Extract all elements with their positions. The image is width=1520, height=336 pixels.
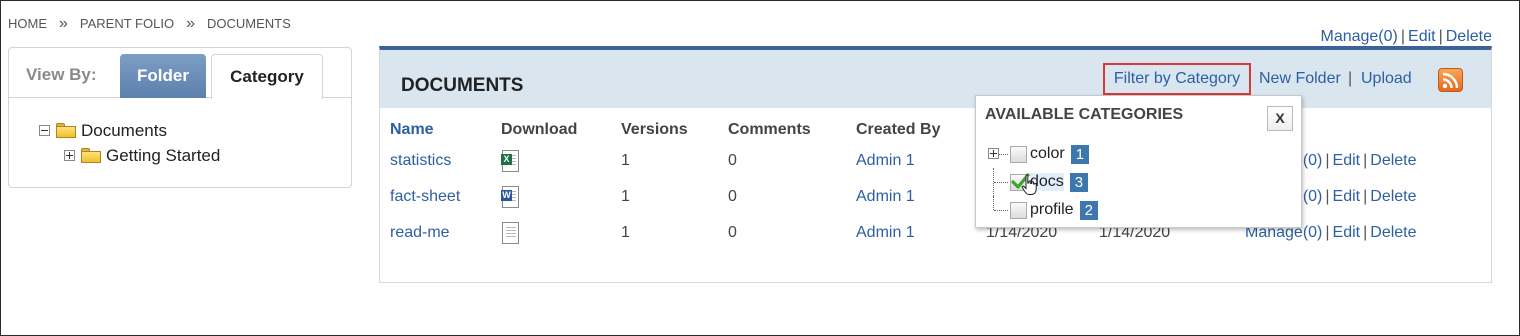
delete-link[interactable]: Delete (1370, 224, 1416, 241)
separator: | (1363, 224, 1368, 241)
category-count-badge: 1 (1070, 144, 1090, 164)
breadcrumb-documents: DOCUMENTS (206, 16, 291, 31)
collapse-icon[interactable] (39, 125, 50, 136)
category-item-profile[interactable]: profile 2 (988, 196, 1098, 224)
separator: | (1325, 188, 1330, 205)
navigation-panel: View By: Folder Category Documents Getti… (8, 47, 352, 188)
expand-icon[interactable] (64, 150, 75, 161)
delete-link[interactable]: Delete (1446, 28, 1492, 45)
category-checkbox[interactable] (1010, 145, 1027, 163)
edit-link[interactable]: Edit (1333, 224, 1361, 241)
word-file-icon[interactable]: W (501, 186, 519, 208)
view-by-label: View By: (26, 65, 97, 84)
separator: | (1325, 224, 1330, 241)
page-title: DOCUMENTS (401, 75, 524, 96)
tree-item-getting-started[interactable]: Getting Started (64, 143, 220, 168)
filter-by-category-button[interactable]: Filter by Category (1103, 63, 1251, 95)
tree-item-label[interactable]: Documents (81, 121, 167, 141)
category-label[interactable]: color (1030, 145, 1065, 163)
popup-title: AVAILABLE CATEGORIES (985, 106, 1184, 123)
breadcrumb-separator: » (186, 15, 195, 32)
tree-connector (988, 196, 1010, 224)
tab-category[interactable]: Category (211, 54, 323, 99)
comments-cell: 0 (728, 188, 737, 205)
category-filter-popup: AVAILABLE CATEGORIES X color 1 docs 3 pr… (975, 95, 1302, 228)
folder-tree: Documents Getting Started (39, 118, 220, 168)
category-count-badge: 3 (1069, 172, 1089, 192)
tree-item-label[interactable]: Getting Started (106, 146, 220, 166)
manage-link[interactable]: Manage(0) (1320, 28, 1397, 45)
new-folder-link[interactable]: New Folder (1259, 70, 1341, 88)
category-item-docs[interactable]: docs 3 (988, 168, 1098, 196)
column-header-created-by: Created By (856, 120, 941, 138)
edit-link[interactable]: Edit (1333, 152, 1361, 169)
separator: | (1348, 70, 1353, 87)
separator: | (1363, 152, 1368, 169)
edit-link[interactable]: Edit (1333, 188, 1361, 205)
category-label[interactable]: profile (1030, 201, 1074, 219)
versions-cell: 1 (621, 224, 630, 241)
column-header-versions: Versions (621, 120, 688, 138)
separator: | (1400, 28, 1406, 45)
created-by-link[interactable]: Admin 1 (856, 224, 915, 241)
separator: | (1363, 188, 1368, 205)
folder-icon (56, 123, 76, 138)
separator: | (1325, 152, 1330, 169)
comments-cell: 0 (728, 224, 737, 241)
category-count-badge: 2 (1079, 200, 1098, 220)
comments-cell: 0 (728, 152, 737, 169)
close-button[interactable]: X (1267, 106, 1293, 131)
delete-link[interactable]: Delete (1370, 152, 1416, 169)
document-name-link[interactable]: read-me (390, 224, 450, 241)
tab-folder[interactable]: Folder (120, 54, 206, 98)
category-checkbox[interactable] (1010, 201, 1027, 219)
column-header-comments: Comments (728, 120, 811, 138)
excel-file-icon[interactable]: X (501, 150, 519, 172)
versions-cell: 1 (621, 152, 630, 169)
upload-link[interactable]: Upload (1361, 70, 1412, 88)
folder-icon (81, 148, 101, 163)
view-by-bar: View By: Folder Category (9, 48, 351, 99)
tree-item-documents[interactable]: Documents (39, 118, 220, 143)
breadcrumb-home[interactable]: HOME (8, 16, 47, 31)
document-name-link[interactable]: fact-sheet (390, 188, 460, 205)
versions-cell: 1 (621, 188, 630, 205)
tree-connector (988, 140, 1010, 168)
edit-link[interactable]: Edit (1408, 28, 1436, 45)
folder-actions: Manage(0) | Edit | Delete (1320, 28, 1492, 46)
column-header-name[interactable]: Name (380, 116, 501, 143)
delete-link[interactable]: Delete (1370, 188, 1416, 205)
breadcrumb-separator: » (59, 15, 68, 32)
category-tree: color 1 docs 3 profile 2 (988, 140, 1098, 224)
expand-icon[interactable] (988, 148, 999, 159)
document-name-link[interactable]: statistics (390, 152, 451, 169)
documents-header: DOCUMENTS Filter by Category New Folder … (380, 50, 1491, 108)
breadcrumb: HOME » PARENT FOLIO » DOCUMENTS (8, 15, 291, 32)
created-by-link[interactable]: Admin 1 (856, 188, 915, 205)
breadcrumb-parent-folio[interactable]: PARENT FOLIO (80, 16, 174, 31)
column-header-download: Download (501, 120, 578, 138)
tree-connector (988, 168, 1010, 196)
documents-panel: DOCUMENTS Filter by Category New Folder … (379, 46, 1492, 283)
rss-feed-icon[interactable] (1438, 68, 1463, 92)
text-file-icon[interactable] (501, 222, 519, 244)
hand-cursor-icon (1021, 174, 1037, 195)
separator: | (1438, 28, 1443, 45)
created-by-link[interactable]: Admin 1 (856, 152, 915, 169)
category-item-color[interactable]: color 1 (988, 140, 1098, 168)
